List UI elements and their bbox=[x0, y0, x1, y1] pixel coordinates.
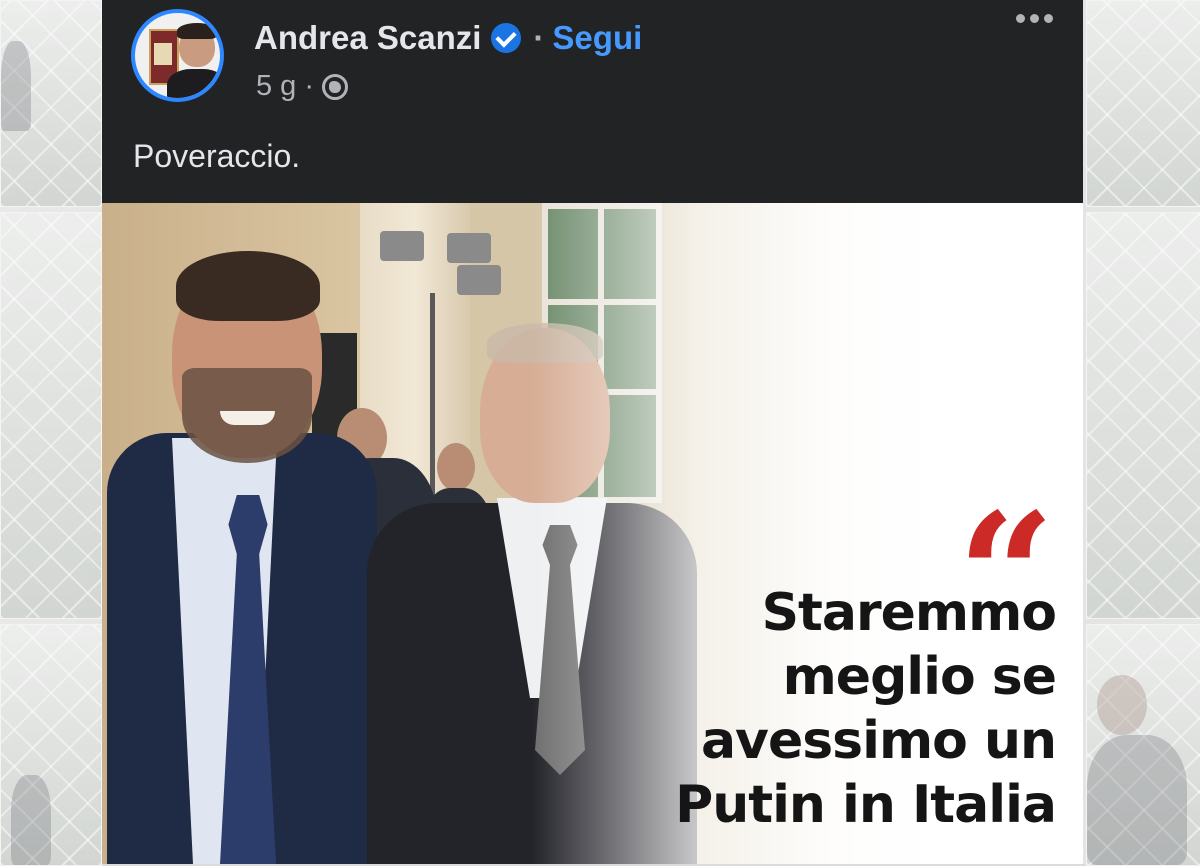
post-image[interactable]: “ Staremmo meglio se avessimo un Putin i… bbox=[102, 203, 1083, 864]
follow-button[interactable]: Segui bbox=[552, 19, 642, 57]
quote-line: avessimo un bbox=[700, 711, 1057, 771]
background-tile bbox=[0, 212, 102, 619]
author-name[interactable]: Andrea Scanzi bbox=[254, 19, 481, 57]
separator-dot: · bbox=[533, 19, 545, 56]
post-text: Poveraccio. bbox=[133, 138, 301, 174]
post-timestamp[interactable]: 5 g bbox=[256, 70, 296, 103]
author-avatar[interactable] bbox=[131, 9, 224, 102]
background-tile bbox=[0, 624, 102, 866]
post-header: Andrea Scanzi · Segui 5 g · Poveraccio. bbox=[102, 0, 1083, 203]
facebook-post: Andrea Scanzi · Segui 5 g · Poveraccio. bbox=[102, 0, 1083, 864]
author-row: Andrea Scanzi · Segui bbox=[254, 16, 642, 60]
more-options-icon[interactable] bbox=[1016, 14, 1053, 23]
globe-icon[interactable] bbox=[322, 73, 348, 100]
quote-line: Putin in Italia bbox=[675, 775, 1057, 835]
background-tile bbox=[1086, 0, 1200, 207]
background-tile bbox=[1086, 212, 1200, 619]
verified-badge-icon bbox=[491, 23, 522, 53]
quote-line: Staremmo bbox=[761, 583, 1057, 643]
quote-line: meglio se bbox=[782, 647, 1057, 707]
quote-text: Staremmo meglio se avessimo un Putin in … bbox=[576, 581, 1057, 837]
quote-mark: “ bbox=[957, 491, 1055, 581]
background-tile bbox=[1086, 624, 1200, 866]
background-tile bbox=[0, 0, 102, 207]
meta-separator: · bbox=[304, 70, 314, 102]
post-meta: 5 g · bbox=[256, 70, 348, 103]
